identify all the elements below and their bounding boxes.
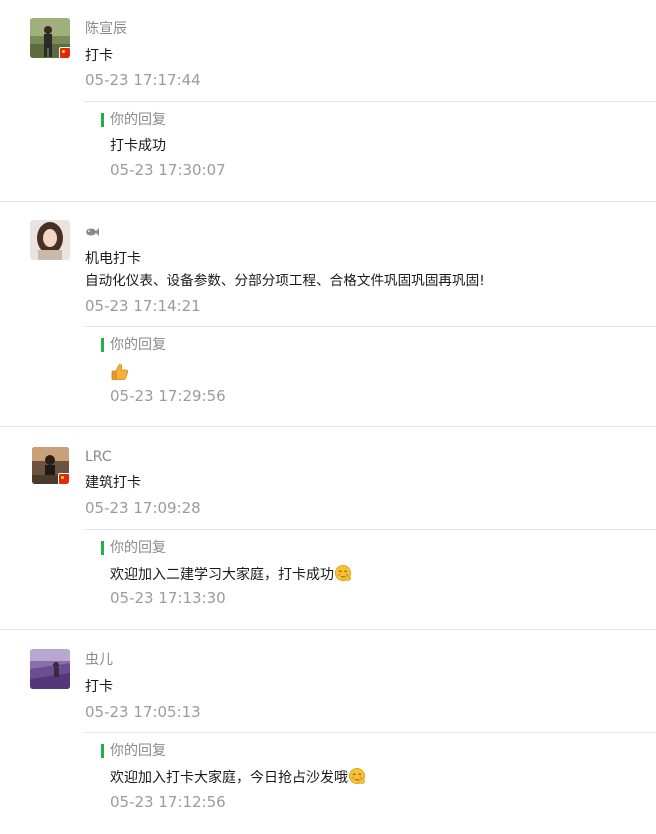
comment-time: 05-23 17:14:21 — [85, 297, 201, 315]
avatar[interactable] — [30, 220, 70, 260]
reply-label: 你的回复 — [110, 337, 166, 353]
blush-face-icon — [348, 767, 366, 785]
comment-text: 建筑打卡 — [85, 475, 141, 491]
commenter-name[interactable]: LRC — [85, 448, 112, 466]
reply-label: 你的回复 — [110, 112, 166, 128]
commenter-name[interactable] — [85, 224, 99, 242]
reply-text: 打卡成功 — [110, 138, 166, 154]
reply-divider — [84, 732, 656, 733]
thumbs-up-icon — [111, 364, 129, 380]
reply-accent-bar — [101, 744, 104, 758]
comment-item: LRC 建筑打卡 05-23 17:09:28 你的回复 欢迎加入二建学习大家庭… — [0, 427, 656, 629]
reply-emoji-row — [110, 362, 130, 385]
avatar[interactable] — [30, 18, 70, 58]
reply-divider — [84, 529, 656, 530]
reply-accent-bar — [101, 113, 104, 127]
comment-time: 05-23 17:05:13 — [85, 703, 201, 721]
fish-icon — [86, 228, 99, 236]
comment-text: 打卡 — [85, 48, 113, 64]
china-flag-icon — [58, 473, 69, 484]
comment-text-line1: 机电打卡 — [85, 251, 141, 267]
reply-text-row: 欢迎加入二建学习大家庭，打卡成功 — [110, 564, 352, 585]
avatar[interactable] — [32, 447, 69, 484]
commenter-name[interactable]: 陈宣辰 — [85, 20, 127, 38]
avatar-photo — [30, 649, 70, 689]
comment-text-line2: 自动化仪表、设备参数、分部分项工程、合格文件巩固巩固再巩固! — [85, 273, 485, 289]
reply-time: 05-23 17:29:56 — [110, 387, 226, 405]
comment-text: 打卡 — [85, 679, 113, 695]
reply-time: 05-23 17:12:56 — [110, 793, 226, 811]
reply-time: 05-23 17:13:30 — [110, 589, 226, 607]
comment-time: 05-23 17:09:28 — [85, 499, 201, 517]
reply-divider — [84, 326, 656, 327]
comment-item: 虫儿 打卡 05-23 17:05:13 你的回复 欢迎加入打卡大家庭，今日抢占… — [0, 630, 656, 834]
comment-time: 05-23 17:17:44 — [85, 71, 201, 89]
china-flag-icon — [59, 47, 70, 58]
commenter-name[interactable]: 虫儿 — [85, 651, 113, 669]
reply-label: 你的回复 — [110, 540, 166, 556]
reply-text: 欢迎加入二建学习大家庭，打卡成功 — [110, 567, 334, 583]
blush-face-icon — [334, 564, 352, 582]
avatar-photo — [30, 220, 70, 260]
reply-text-row: 欢迎加入打卡大家庭，今日抢占沙发哦 — [110, 767, 366, 788]
reply-accent-bar — [101, 338, 104, 352]
reply-text: 欢迎加入打卡大家庭，今日抢占沙发哦 — [110, 770, 348, 786]
reply-accent-bar — [101, 541, 104, 555]
reply-time: 05-23 17:30:07 — [110, 161, 226, 179]
reply-divider — [84, 101, 656, 102]
avatar[interactable] — [30, 649, 70, 689]
reply-label: 你的回复 — [110, 743, 166, 759]
comment-item: 陈宣辰 打卡 05-23 17:17:44 你的回复 打卡成功 05-23 17… — [0, 0, 656, 201]
comment-item: 机电打卡 自动化仪表、设备参数、分部分项工程、合格文件巩固巩固再巩固! 05-2… — [0, 202, 656, 426]
